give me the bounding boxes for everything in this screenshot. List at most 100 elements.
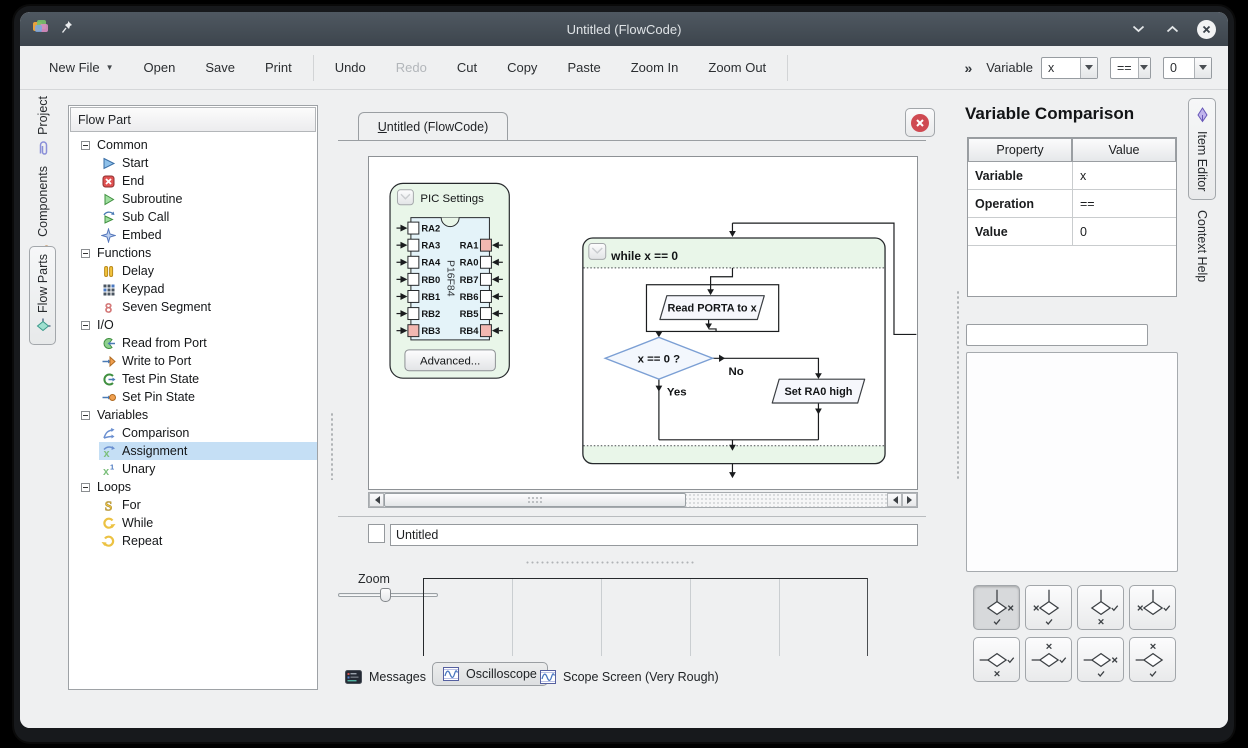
value-dropdown-arrow[interactable]	[1194, 58, 1211, 78]
pin-RB5[interactable]	[480, 308, 491, 320]
new-file-dropdown-arrow[interactable]: ▼	[106, 63, 114, 72]
pin-RA0[interactable]	[480, 256, 491, 268]
tree-expander-icon[interactable]	[81, 321, 90, 330]
pic-collapse-button[interactable]	[397, 190, 413, 205]
tree-group-variables[interactable]: Variables	[69, 406, 317, 424]
scroll-left-button[interactable]	[369, 493, 384, 507]
right-splitter-handle[interactable]	[956, 290, 960, 480]
pin-RB6[interactable]	[480, 290, 491, 302]
value-column-header[interactable]: Value	[1072, 138, 1176, 162]
tree-item-for[interactable]: SFor	[69, 496, 317, 514]
pin-RB1[interactable]	[408, 290, 419, 302]
open-button[interactable]: Open	[129, 53, 191, 82]
tree-item-keypad[interactable]: Keypad	[69, 280, 317, 298]
scroll-left-button-2[interactable]	[887, 493, 902, 507]
undo-button[interactable]: Undo	[320, 53, 381, 82]
tree-item-test-pin-state[interactable]: Test Pin State	[69, 370, 317, 388]
tree-expander-icon[interactable]	[81, 483, 90, 492]
tree-item-while[interactable]: While	[69, 514, 317, 532]
pin-icon[interactable]	[61, 20, 74, 39]
right-tab-context-help[interactable]: Context Help	[1188, 210, 1216, 298]
operation-combobox[interactable]: ==	[1110, 57, 1151, 79]
property-column-header[interactable]: Property	[968, 138, 1072, 162]
value-combobox[interactable]: 0	[1163, 57, 1212, 79]
decision-layout-button-7-entry-left-x-right-check-bottom[interactable]	[1077, 637, 1124, 682]
pin-RB4[interactable]	[480, 325, 491, 337]
item-editor-input[interactable]	[966, 324, 1148, 346]
decision-layout-button-5-entry-left-x-bottom-check-right[interactable]	[973, 637, 1020, 682]
decision-layout-button-4-entry-top-x-left-check-right[interactable]	[1129, 585, 1176, 630]
toolbar-overflow-chevron[interactable]: »	[964, 60, 972, 76]
close-document-button[interactable]	[905, 108, 935, 137]
copy-button[interactable]: Copy	[492, 53, 552, 82]
tree-item-delay[interactable]: Delay	[69, 262, 317, 280]
decision-layout-button-2-entry-top-x-left-check-bottom[interactable]	[1025, 585, 1072, 630]
bottom-splitter-handle[interactable]	[525, 560, 695, 565]
pin-RB3[interactable]	[408, 325, 419, 337]
bottom-tab-scope-screen-very-rough-[interactable]: Scope Screen (Very Rough)	[540, 670, 719, 684]
zoom-in-button[interactable]: Zoom In	[616, 53, 694, 82]
tree-item-repeat[interactable]: Repeat	[69, 532, 317, 550]
flowchart-name-field[interactable]: Untitled	[390, 524, 918, 546]
cut-button[interactable]: Cut	[442, 53, 492, 82]
scroll-thumb[interactable]	[384, 493, 686, 507]
tree-expander-icon[interactable]	[81, 141, 90, 150]
decision-layout-button-8-entry-left-x-top-check-bottom[interactable]	[1129, 637, 1176, 682]
sidebar-tab-project[interactable]: Project	[29, 96, 56, 159]
tree-item-unary[interactable]: x1Unary	[69, 460, 317, 478]
pin-RB7[interactable]	[480, 273, 491, 285]
tree-item-set-pin-state[interactable]: Set Pin State	[69, 388, 317, 406]
tree-expander-icon[interactable]	[81, 249, 90, 258]
oscilloscope-display[interactable]	[423, 578, 868, 656]
decision-layout-button-6-entry-left-x-top-check-right[interactable]	[1025, 637, 1072, 682]
bottom-tab-messages[interactable]: Messages	[345, 670, 426, 684]
tree-group-loops[interactable]: Loops	[69, 478, 317, 496]
zoom-slider-thumb[interactable]	[380, 588, 391, 602]
tree-item-sub-call[interactable]: Sub Call	[69, 208, 317, 226]
pin-RB2[interactable]	[408, 308, 419, 320]
property-value[interactable]: x	[1073, 162, 1176, 189]
tree-item-start[interactable]: Start	[69, 154, 317, 172]
pin-RA3[interactable]	[408, 239, 419, 251]
paste-button[interactable]: Paste	[552, 53, 615, 82]
redo-button[interactable]: Redo	[381, 53, 442, 82]
tree-item-embed[interactable]: Embed	[69, 226, 317, 244]
left-splitter-handle[interactable]	[330, 412, 334, 480]
scroll-right-button[interactable]	[902, 493, 917, 507]
variable-name-combobox[interactable]: x	[1041, 57, 1098, 79]
decision-layout-button-3-entry-top-x-bottom-check-right[interactable]	[1077, 585, 1124, 630]
pic-settings-group[interactable]: PIC Settings P16F84 RA2RA3RA4RB0RB1RB2RB…	[390, 183, 509, 378]
document-tab[interactable]: Untitled (FlowCode)	[358, 112, 508, 141]
tree-group-functions[interactable]: Functions	[69, 244, 317, 262]
property-value[interactable]: 0	[1073, 218, 1176, 245]
operation-dropdown-arrow[interactable]	[1138, 58, 1150, 78]
decision-layout-button-1-entry-top-x-right-check-bottom[interactable]	[973, 585, 1020, 630]
pin-RA2[interactable]	[408, 222, 419, 234]
tree-expander-icon[interactable]	[81, 411, 90, 420]
print-button[interactable]: Print	[250, 53, 307, 82]
maximize-button[interactable]	[1163, 20, 1181, 38]
tree-item-seven-segment[interactable]: 8Seven Segment	[69, 298, 317, 316]
tree-item-comparison[interactable]: Comparison	[69, 424, 317, 442]
new-file-button[interactable]: New File▼	[34, 53, 129, 82]
tree-item-subroutine[interactable]: Subroutine	[69, 190, 317, 208]
tree-item-assignment[interactable]: xAssignment	[69, 442, 317, 460]
scroll-track[interactable]	[384, 493, 887, 507]
tree-item-end[interactable]: End	[69, 172, 317, 190]
while-loop-group[interactable]: while x == 0	[583, 223, 916, 478]
pin-RB0[interactable]	[408, 273, 419, 285]
tree-group-i-o[interactable]: I/O	[69, 316, 317, 334]
save-button[interactable]: Save	[190, 53, 250, 82]
bottom-tab-oscilloscope[interactable]: Oscilloscope	[432, 662, 548, 686]
tree-item-read-from-port[interactable]: Read from Port	[69, 334, 317, 352]
pin-RA4[interactable]	[408, 256, 419, 268]
tree-item-write-to-port[interactable]: Write to Port	[69, 352, 317, 370]
minimize-button[interactable]	[1129, 20, 1147, 38]
close-button[interactable]	[1197, 20, 1216, 39]
variable-name-dropdown-arrow[interactable]	[1080, 58, 1097, 78]
sidebar-tab-flow-parts[interactable]: Flow Parts	[29, 246, 56, 345]
zoom-out-button[interactable]: Zoom Out	[693, 53, 781, 82]
while-collapse-button[interactable]	[589, 243, 606, 259]
right-tab-item-editor[interactable]: Item Editor	[1188, 98, 1216, 200]
property-value[interactable]: ==	[1073, 190, 1176, 217]
